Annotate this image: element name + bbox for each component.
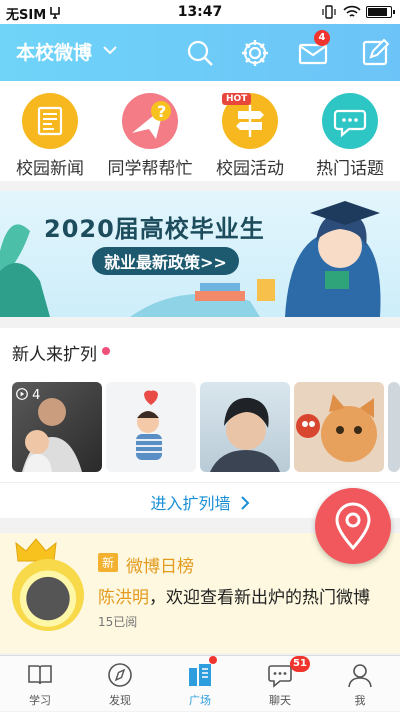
wifi-icon bbox=[343, 5, 361, 17]
nav-label: 校园新闻 bbox=[16, 159, 84, 179]
nav-label: 同学帮帮忙 bbox=[107, 159, 193, 179]
app-header: 本校微博 4 bbox=[0, 24, 400, 81]
tab-label: 发现 bbox=[109, 694, 131, 707]
vibrate-icon bbox=[322, 5, 336, 19]
cat-photo[interactable] bbox=[294, 382, 384, 472]
search-icon bbox=[187, 40, 213, 66]
school-weibo-title[interactable]: 本校微博 bbox=[16, 38, 92, 65]
family-photo[interactable]: 4 bbox=[12, 382, 102, 472]
settings-icon bbox=[242, 40, 268, 66]
nav-classmate-help[interactable]: ? 同学帮帮忙 bbox=[100, 91, 200, 181]
chevron-right-icon bbox=[240, 496, 249, 510]
read-count: 15已阅 bbox=[98, 615, 138, 629]
battery-icon bbox=[366, 6, 395, 18]
tab-study[interactable]: 学习 bbox=[0, 656, 80, 712]
compass-icon bbox=[108, 663, 132, 687]
location-pin-icon bbox=[335, 502, 371, 551]
enter-wall-label: 进入扩列墙 bbox=[150, 494, 231, 513]
banner-title: 2020届高校毕业生 bbox=[44, 215, 265, 243]
chat-badge: 51 bbox=[290, 656, 310, 672]
hot-tag: HOT bbox=[222, 93, 252, 105]
welcome-text: 陈洪明，欢迎查看新出炉的热门微博 bbox=[98, 583, 370, 608]
video-indicator: 4 bbox=[16, 388, 40, 403]
unread-dot bbox=[209, 656, 217, 664]
status-bar: 无SIM 13:47 bbox=[0, 0, 400, 24]
user-name[interactable]: 陈洪明 bbox=[98, 588, 149, 608]
graduate-policy-banner[interactable]: 2020届高校毕业生 就业最新政策>> bbox=[0, 191, 400, 317]
nav-label: 校园活动 bbox=[216, 159, 284, 179]
location-fab-button[interactable] bbox=[315, 488, 391, 564]
tab-chat[interactable]: 51 聊天 bbox=[240, 656, 320, 712]
clock-text: 13:47 bbox=[177, 4, 223, 20]
man-portrait-photo[interactable] bbox=[200, 382, 290, 472]
new-tag: 新 bbox=[98, 553, 119, 572]
tab-square[interactable]: 广场 bbox=[160, 656, 240, 712]
nav-label: 热门话题 bbox=[316, 159, 384, 179]
avatar[interactable] bbox=[12, 559, 84, 631]
more-photo[interactable] bbox=[388, 382, 400, 472]
settings-button[interactable] bbox=[238, 36, 272, 70]
tab-discover[interactable]: 发现 bbox=[80, 656, 160, 712]
welcome-message: ，欢迎查看新出炉的热门微博 bbox=[149, 588, 370, 608]
unread-dot bbox=[102, 347, 110, 355]
person-icon bbox=[348, 664, 372, 688]
play-icon bbox=[16, 388, 28, 400]
bottom-tab-bar: 学习 发现 广场 51 聊天 我 bbox=[0, 655, 400, 711]
compose-button[interactable] bbox=[358, 36, 392, 70]
child-photo[interactable] bbox=[106, 382, 196, 472]
banner-subtitle: 就业最新政策>> bbox=[92, 247, 239, 275]
nav-hot-topics[interactable]: 热门话题 bbox=[300, 91, 400, 181]
section-title: 新人来扩列 bbox=[12, 345, 97, 365]
divider bbox=[0, 482, 400, 483]
svg-text:?: ? bbox=[157, 102, 166, 121]
chevron-down-icon[interactable] bbox=[103, 46, 117, 55]
compose-icon bbox=[362, 38, 390, 66]
tab-label: 广场 bbox=[189, 694, 211, 707]
tab-label: 聊天 bbox=[269, 694, 291, 707]
chat-bubble-icon bbox=[322, 93, 378, 149]
daily-rank-title: 微博日榜 bbox=[126, 557, 194, 577]
book-icon bbox=[28, 665, 52, 685]
tab-me[interactable]: 我 bbox=[320, 656, 400, 712]
mail-badge: 4 bbox=[314, 30, 330, 46]
nav-campus-news[interactable]: 校园新闻 bbox=[0, 91, 100, 181]
tab-label: 学习 bbox=[29, 694, 51, 707]
building-icon bbox=[189, 664, 211, 686]
help-icon: ? bbox=[122, 93, 178, 149]
newspaper-icon bbox=[22, 93, 78, 149]
quick-nav: 校园新闻 ? 同学帮帮忙 HOT 校园活动 热门话题 bbox=[0, 81, 400, 181]
mail-button[interactable]: 4 bbox=[296, 30, 330, 70]
nav-campus-activity[interactable]: HOT 校园活动 bbox=[200, 91, 300, 181]
video-count: 4 bbox=[32, 388, 41, 403]
search-button[interactable] bbox=[183, 36, 217, 70]
tab-label: 我 bbox=[354, 694, 366, 707]
